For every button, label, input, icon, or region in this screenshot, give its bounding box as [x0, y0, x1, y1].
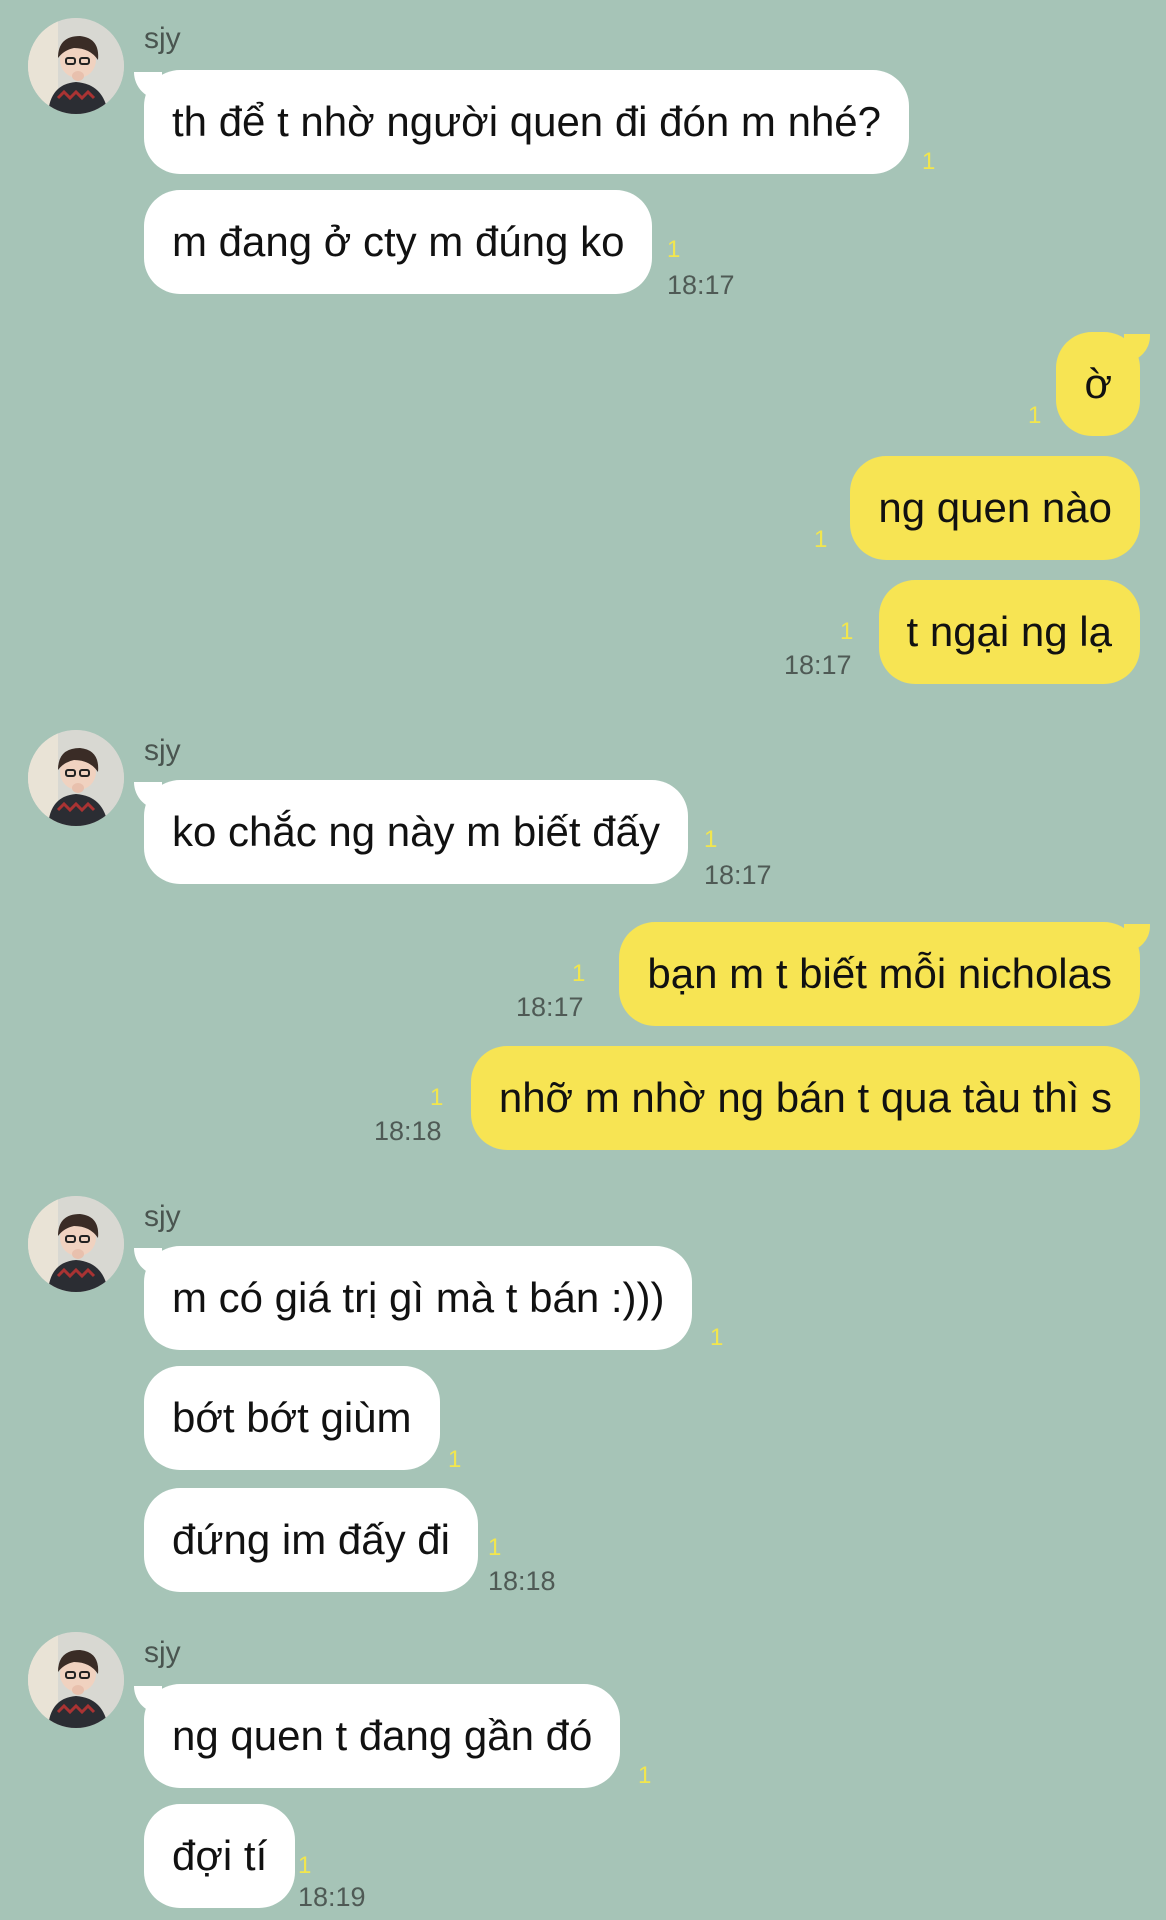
sender-name: sjy [144, 734, 181, 767]
message-bubble[interactable]: nhỡ m nhờ ng bán t qua tàu thì s [470, 1046, 1140, 1150]
unread-count: 1 [638, 1762, 652, 1789]
unread-count: 1 [814, 526, 828, 553]
avatar[interactable] [28, 18, 124, 114]
avatar-image [28, 1196, 124, 1292]
message-time: 18:17 [516, 992, 584, 1022]
avatar[interactable] [28, 1632, 124, 1728]
sender-name: sjy [144, 1200, 181, 1233]
message-time: 18:17 [667, 270, 735, 300]
message-time: 18:18 [374, 1116, 442, 1146]
unread-count: 1 [840, 618, 854, 645]
unread-count: 1 [448, 1446, 462, 1473]
avatar[interactable] [28, 1196, 124, 1292]
message-bubble[interactable]: bớt bớt giùm [144, 1366, 440, 1470]
unread-count: 1 [1028, 402, 1042, 429]
message-bubble[interactable]: đợi tí [144, 1804, 296, 1908]
message-bubble[interactable]: ko chắc ng này m biết đấy [144, 780, 688, 884]
unread-count: 1 [298, 1852, 312, 1879]
message-time: 18:17 [704, 860, 772, 890]
message-bubble[interactable]: t ngại ng lạ [878, 580, 1140, 684]
unread-count: 1 [667, 236, 681, 263]
message-time: 18:18 [488, 1566, 556, 1596]
avatar[interactable] [28, 730, 124, 826]
message-bubble[interactable]: m có giá trị gì mà t bán :))) [144, 1246, 693, 1350]
unread-count: 1 [488, 1534, 502, 1561]
message-bubble[interactable]: m đang ở cty m đúng ko [144, 190, 653, 294]
message-time: 18:17 [784, 650, 852, 680]
avatar-image [28, 18, 124, 114]
sender-name: sjy [144, 1636, 181, 1669]
avatar-image [28, 730, 124, 826]
message-bubble[interactable]: ng quen nào [850, 456, 1140, 560]
message-bubble[interactable]: th để t nhờ người quen đi đón m nhé? [144, 70, 910, 174]
message-bubble[interactable]: ờ [1056, 332, 1140, 436]
sender-name: sjy [144, 22, 181, 55]
message-bubble[interactable]: ng quen t đang gần đó [144, 1684, 621, 1788]
unread-count: 1 [572, 960, 586, 987]
unread-count: 1 [430, 1084, 444, 1111]
unread-count: 1 [704, 826, 718, 853]
message-time: 18:19 [298, 1882, 366, 1912]
avatar-image [28, 1632, 124, 1728]
unread-count: 1 [710, 1324, 724, 1351]
message-bubble[interactable]: bạn m t biết mỗi nicholas [619, 922, 1140, 1026]
unread-count: 1 [922, 148, 936, 175]
message-bubble[interactable]: đứng im đấy đi [144, 1488, 478, 1592]
